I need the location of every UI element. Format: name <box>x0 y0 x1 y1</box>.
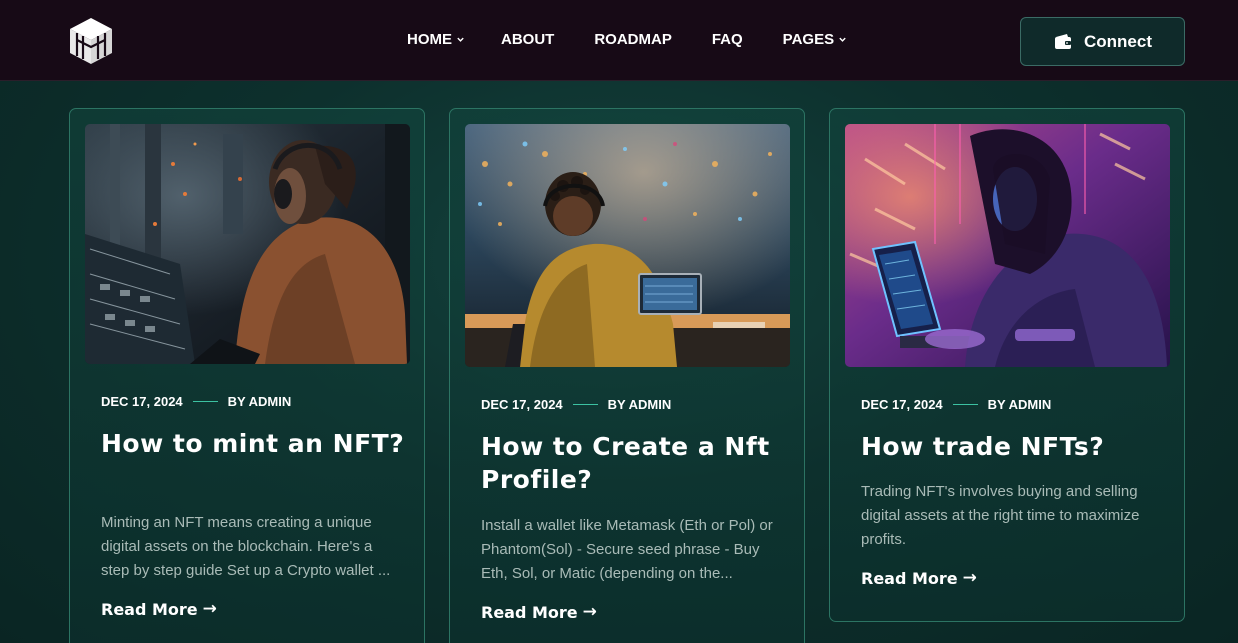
post-image[interactable] <box>845 124 1170 367</box>
post-title[interactable]: How trade NFTs? <box>861 430 1176 463</box>
main-nav: HOME ABOUT ROADMAP FAQ PAGES <box>407 31 847 48</box>
read-more-link[interactable]: Read More → <box>101 599 217 619</box>
nav-item-label: HOME <box>407 31 452 48</box>
read-more-link[interactable]: Read More → <box>481 602 597 622</box>
nav-item-home[interactable]: HOME <box>407 31 465 48</box>
post-title[interactable]: How to Create a Nft Profile? <box>481 430 796 496</box>
read-more-link[interactable]: Read More → <box>861 568 977 588</box>
post-meta: DEC 17, 2024 BY ADMIN <box>481 397 671 412</box>
nav-item-label: ROADMAP <box>594 31 672 48</box>
nav-item-label: PAGES <box>782 31 835 48</box>
connect-wallet-button[interactable]: Connect <box>1020 17 1185 66</box>
blog-card: DEC 17, 2024 BY ADMIN How to mint an NFT… <box>69 108 425 643</box>
post-author[interactable]: BY ADMIN <box>228 394 292 409</box>
nav-item-pages[interactable]: PAGES <box>783 31 847 48</box>
post-date: DEC 17, 2024 <box>101 394 183 409</box>
chevron-down-icon <box>839 37 846 42</box>
read-more-label: Read More <box>101 599 198 619</box>
nav-item-label: ABOUT <box>501 31 555 48</box>
chevron-down-icon <box>457 37 464 42</box>
arrow-right-icon: → <box>202 599 217 619</box>
nav-item-faq[interactable]: FAQ <box>712 31 743 48</box>
post-meta: DEC 17, 2024 BY ADMIN <box>101 394 291 409</box>
arrow-right-icon: → <box>962 568 977 588</box>
navbar: HOME ABOUT ROADMAP FAQ PAGES Connect <box>0 0 1238 81</box>
blog-card: DEC 17, 2024 BY ADMIN How to Create a Nf… <box>449 108 805 643</box>
post-author[interactable]: BY ADMIN <box>988 397 1052 412</box>
read-more-label: Read More <box>481 602 578 622</box>
cube-logo-icon[interactable] <box>68 16 114 66</box>
post-author[interactable]: BY ADMIN <box>608 397 672 412</box>
blog-card: DEC 17, 2024 BY ADMIN How trade NFTs? Tr… <box>829 108 1185 622</box>
post-date: DEC 17, 2024 <box>481 397 563 412</box>
post-image[interactable] <box>465 124 790 367</box>
connect-label: Connect <box>1084 31 1152 51</box>
meta-divider <box>192 401 218 402</box>
wallet-icon <box>1055 33 1071 49</box>
post-excerpt: Install a wallet like Metamask (Eth or P… <box>481 517 773 582</box>
meta-divider <box>952 404 978 405</box>
post-date: DEC 17, 2024 <box>861 397 943 412</box>
nav-item-about[interactable]: ABOUT <box>501 31 554 48</box>
post-title[interactable]: How to mint an NFT? <box>101 427 416 460</box>
meta-divider <box>572 404 598 405</box>
arrow-right-icon: → <box>582 602 597 622</box>
post-image[interactable] <box>85 124 410 364</box>
read-more-label: Read More <box>861 568 958 588</box>
nav-item-label: FAQ <box>711 31 743 48</box>
post-excerpt: Trading NFT's involves buying and sellin… <box>861 483 1140 548</box>
post-excerpt: Minting an NFT means creating a unique d… <box>101 514 391 579</box>
post-meta: DEC 17, 2024 BY ADMIN <box>861 397 1051 412</box>
nav-item-roadmap[interactable]: ROADMAP <box>594 31 672 48</box>
